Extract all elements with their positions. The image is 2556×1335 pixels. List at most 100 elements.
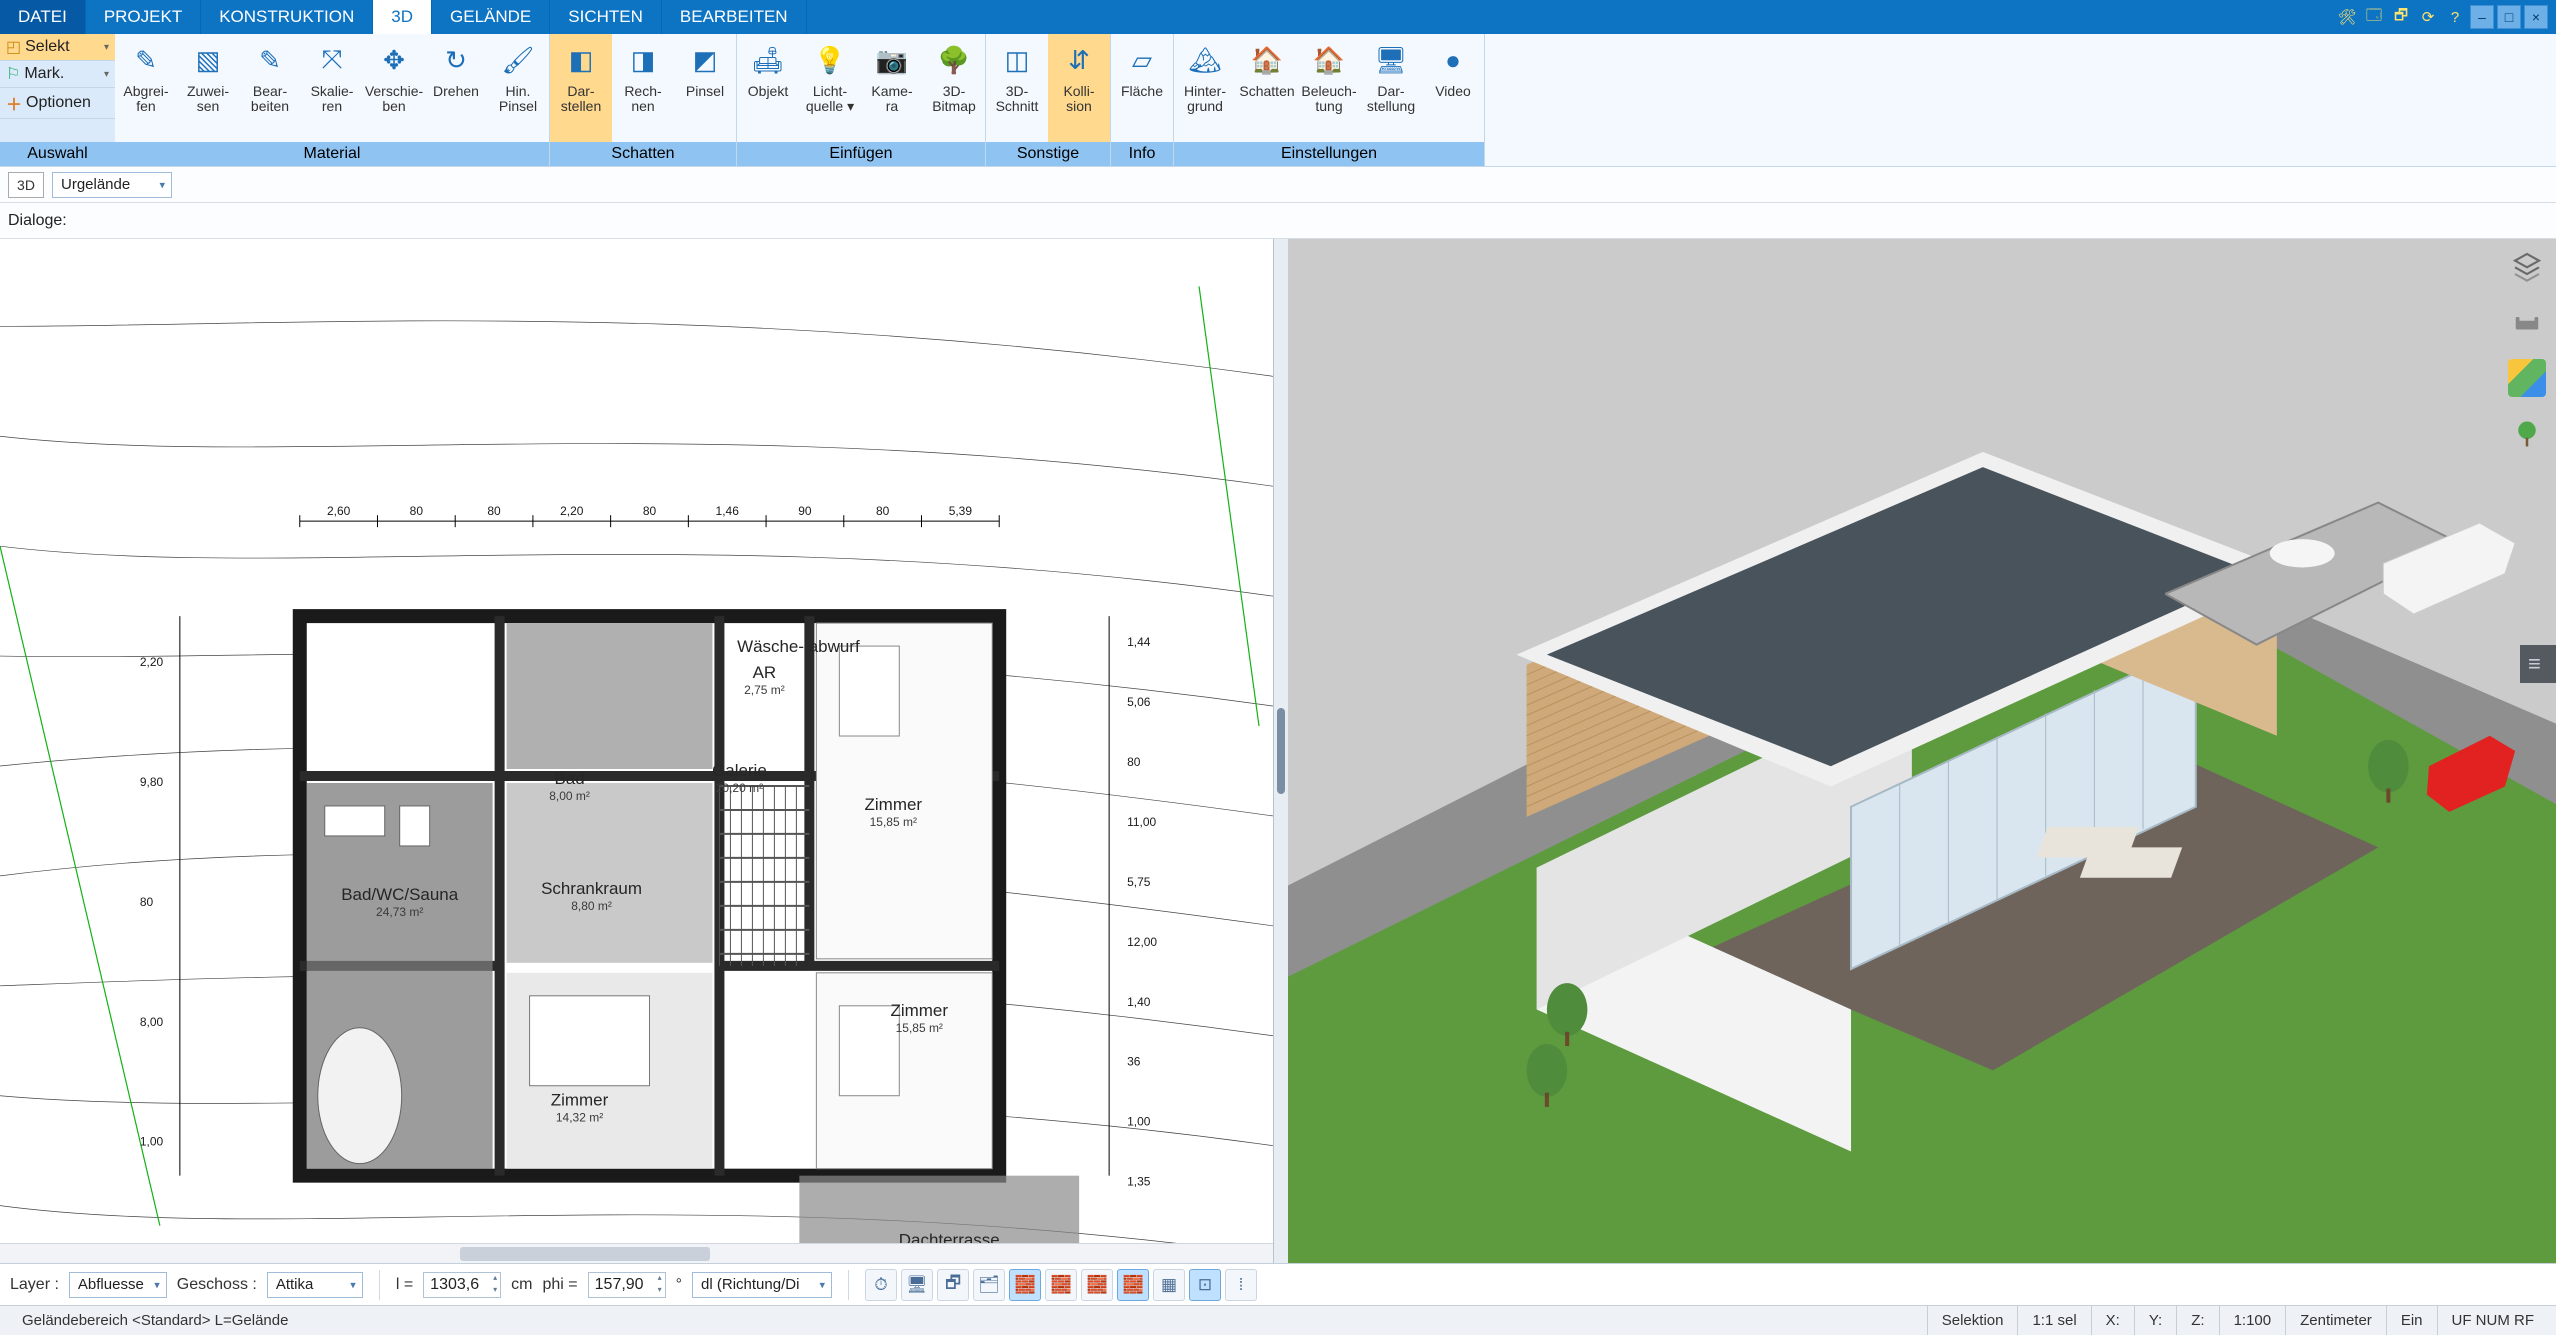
- tool-hinpinsel[interactable]: 🖌Hin.Pinsel: [487, 34, 549, 142]
- svg-text:1,40: 1,40: [1127, 995, 1151, 1009]
- verschieben-icon: ✥: [376, 42, 412, 78]
- materials-icon[interactable]: [2508, 359, 2546, 397]
- status-bar: Geländebereich <Standard> L=Gelände Sele…: [0, 1305, 2556, 1335]
- geschoss-combo[interactable]: Attika: [267, 1272, 363, 1298]
- layout1-icon[interactable]: 🗔: [2362, 5, 2386, 29]
- prop-icon-4[interactable]: 🧱: [1009, 1269, 1041, 1301]
- menu-tab-datei[interactable]: DATEI: [0, 0, 86, 34]
- tool-skalieren[interactable]: ⤧Skalie-ren: [301, 34, 363, 142]
- svg-text:15,85 m²: 15,85 m²: [896, 1021, 943, 1035]
- svg-text:90: 90: [798, 504, 812, 518]
- refresh-icon[interactable]: ⟳: [2416, 5, 2440, 29]
- prop-icon-2[interactable]: 🗗: [937, 1269, 969, 1301]
- tools-icon[interactable]: 🛠: [2335, 5, 2359, 29]
- prop-icon-6[interactable]: 🧱: [1081, 1269, 1113, 1301]
- objekt-label: Objekt: [748, 84, 788, 99]
- prop-icon-1[interactable]: 🖥: [901, 1269, 933, 1301]
- prop-icon-8[interactable]: ▦: [1153, 1269, 1185, 1301]
- 3dschnitt-label: 3D-Schnitt: [996, 84, 1039, 113]
- tool-flaeche[interactable]: ▱Fläche: [1111, 34, 1173, 142]
- schatten2-label: Schatten: [1239, 84, 1294, 99]
- phi-label: phi =: [543, 1276, 578, 1294]
- tool-pinsel[interactable]: ◩Pinsel: [674, 34, 736, 142]
- svg-text:Bad: Bad: [554, 769, 584, 788]
- hinpinsel-icon: 🖌: [500, 42, 536, 78]
- prop-icon-3[interactable]: 🗂: [973, 1269, 1005, 1301]
- mark-row[interactable]: ⚐Mark.▾: [0, 61, 115, 88]
- tool-beleuchtung[interactable]: 🏠Beleuch-tung: [1298, 34, 1360, 142]
- layer-combo[interactable]: Abfluesse: [69, 1272, 167, 1298]
- minimize-button[interactable]: –: [2470, 5, 2494, 29]
- svg-text:15,85 m²: 15,85 m²: [870, 815, 917, 829]
- tool-abgreifen[interactable]: ✎Abgrei-fen: [115, 34, 177, 142]
- tool-schatten2[interactable]: 🏠Schatten: [1236, 34, 1298, 142]
- tool-video[interactable]: ●Video: [1422, 34, 1484, 142]
- tool-bearbeiten[interactable]: ✎Bear-beiten: [239, 34, 301, 142]
- svg-text:80: 80: [643, 504, 657, 518]
- splitter-handle[interactable]: [1274, 239, 1288, 1263]
- maximize-button[interactable]: □: [2497, 5, 2521, 29]
- tool-3dschnitt[interactable]: ◫3D-Schnitt: [986, 34, 1048, 142]
- svg-text:2,20: 2,20: [560, 504, 584, 518]
- tool-drehen[interactable]: ↻Drehen: [425, 34, 487, 142]
- layers-icon[interactable]: [2508, 247, 2546, 285]
- menu-tab-3d[interactable]: 3D: [373, 0, 432, 34]
- prop-icon-9[interactable]: ⊡: [1189, 1269, 1221, 1301]
- group-label-sonstige: Sonstige: [986, 142, 1110, 166]
- status-x: X:: [2091, 1306, 2134, 1335]
- group-label-schatten: Schatten: [550, 142, 736, 166]
- svg-text:1,00: 1,00: [1127, 1115, 1151, 1129]
- svg-text:8,00 m²: 8,00 m²: [549, 789, 590, 803]
- svg-text:2,75 m²: 2,75 m²: [744, 683, 785, 697]
- menu-tab-projekt[interactable]: PROJEKT: [86, 0, 201, 34]
- bearbeiten-icon: ✎: [252, 42, 288, 78]
- plants-icon[interactable]: [2508, 415, 2546, 453]
- tool-objekt[interactable]: 🛋Objekt: [737, 34, 799, 142]
- tool-kamera[interactable]: 📷Kame-ra: [861, 34, 923, 142]
- tool-hintergrund[interactable]: 🏔Hinter-grund: [1174, 34, 1236, 142]
- svg-text:80: 80: [410, 504, 424, 518]
- darstellung-icon: 🖥: [1373, 42, 1409, 78]
- l-spinbox[interactable]: 1303,6: [423, 1272, 501, 1298]
- prop-icon-7[interactable]: 🧱: [1117, 1269, 1149, 1301]
- tool-zuweisen[interactable]: ▧Zuwei-sen: [177, 34, 239, 142]
- tool-kollision[interactable]: ⇵Kolli-sion: [1048, 34, 1110, 142]
- panel-collapse-handle[interactable]: [2520, 645, 2556, 683]
- menu-tab-sichten[interactable]: SICHTEN: [550, 0, 662, 34]
- video-label: Video: [1435, 84, 1471, 99]
- plan-scrollbar[interactable]: [0, 1243, 1273, 1263]
- rechnen-label: Rech-nen: [624, 84, 661, 113]
- tool-darstellen[interactable]: ◧Dar-stellen: [550, 34, 612, 142]
- svg-text:Zimmer: Zimmer: [891, 1001, 949, 1020]
- menu-tab-konstruktion[interactable]: KONSTRUKTION: [201, 0, 373, 34]
- cm-label: cm: [511, 1276, 532, 1294]
- select-row[interactable]: ◰Selekt▾: [0, 34, 115, 61]
- layout2-icon[interactable]: 🗗: [2389, 5, 2413, 29]
- svg-text:Schrankraum: Schrankraum: [541, 879, 642, 898]
- tool-3dbitmap[interactable]: 🌳3D-Bitmap: [923, 34, 985, 142]
- help-icon[interactable]: ?: [2443, 5, 2467, 29]
- menu-tab-gelaende[interactable]: GELÄNDE: [432, 0, 550, 34]
- tool-darstellung[interactable]: 🖥Dar-stellung: [1360, 34, 1422, 142]
- tool-lichtquelle[interactable]: 💡Licht-quelle ▾: [799, 34, 861, 142]
- ribbon: ◰Selekt▾ ⚐Mark.▾ ＋Optionen Auswahl ✎Abgr…: [0, 34, 2556, 167]
- tool-rechnen[interactable]: ◨Rech-nen: [612, 34, 674, 142]
- view-chip-3d[interactable]: 3D: [8, 172, 44, 198]
- close-button[interactable]: ×: [2524, 5, 2548, 29]
- status-unit: Zentimeter: [2285, 1306, 2386, 1335]
- dl-combo[interactable]: dl (Richtung/Di: [692, 1272, 832, 1298]
- optionen-row[interactable]: ＋Optionen: [0, 88, 115, 119]
- prop-icon-5[interactable]: 🧱: [1045, 1269, 1077, 1301]
- furniture-icon[interactable]: [2508, 303, 2546, 341]
- tool-verschieben[interactable]: ✥Verschie-ben: [363, 34, 425, 142]
- terrain-combo[interactable]: Urgelände: [52, 172, 172, 198]
- 3d-viewport[interactable]: [1288, 239, 2556, 1263]
- 2d-plan-viewport[interactable]: Bad8,00 m²Galerie20,20 m²Zimmer15,85 m²B…: [0, 239, 1274, 1263]
- 3dbitmap-icon: 🌳: [936, 42, 972, 78]
- menu-tab-bearbeiten[interactable]: BEARBEITEN: [662, 0, 807, 34]
- prop-icon-0[interactable]: ⏱: [865, 1269, 897, 1301]
- phi-spinbox[interactable]: 157,90: [588, 1272, 666, 1298]
- zuweisen-icon: ▧: [190, 42, 226, 78]
- prop-icon-10[interactable]: ⁞: [1225, 1269, 1257, 1301]
- svg-text:5,06: 5,06: [1127, 695, 1151, 709]
